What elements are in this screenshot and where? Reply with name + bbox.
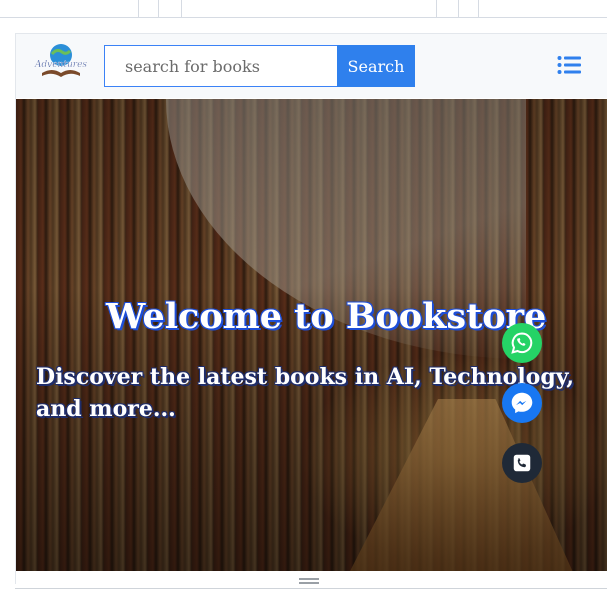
toolbar-cell <box>181 0 182 17</box>
hero-subtitle: Discover the latest books in AI, Technol… <box>36 364 575 422</box>
phone-button[interactable] <box>502 443 542 483</box>
toolbar-cell <box>158 0 159 17</box>
whatsapp-button[interactable] <box>502 323 542 363</box>
messenger-icon <box>511 392 533 414</box>
search-bar: Search <box>104 45 416 87</box>
toolbar-cell <box>478 0 479 17</box>
hero-title: Welcome to Bookstore <box>106 296 547 337</box>
navbar: Adventures Search <box>16 34 607 98</box>
toolbar-cell <box>458 0 459 17</box>
top-toolbar-strip <box>0 0 607 18</box>
toolbar-cell <box>138 0 139 17</box>
phone-icon <box>513 454 531 472</box>
resize-handle[interactable] <box>299 578 319 584</box>
search-input[interactable] <box>104 45 337 87</box>
toolbar-cell <box>436 0 437 17</box>
search-button[interactable]: Search <box>337 45 415 87</box>
logo-wordmark: Adventures <box>34 60 87 70</box>
list-menu-icon[interactable] <box>557 55 581 75</box>
bookstore-logo[interactable]: Adventures <box>34 40 88 80</box>
whatsapp-icon <box>511 332 533 354</box>
page-viewport: Adventures Search Welcome to Bookstore D… <box>15 33 607 584</box>
messenger-button[interactable] <box>502 383 542 423</box>
